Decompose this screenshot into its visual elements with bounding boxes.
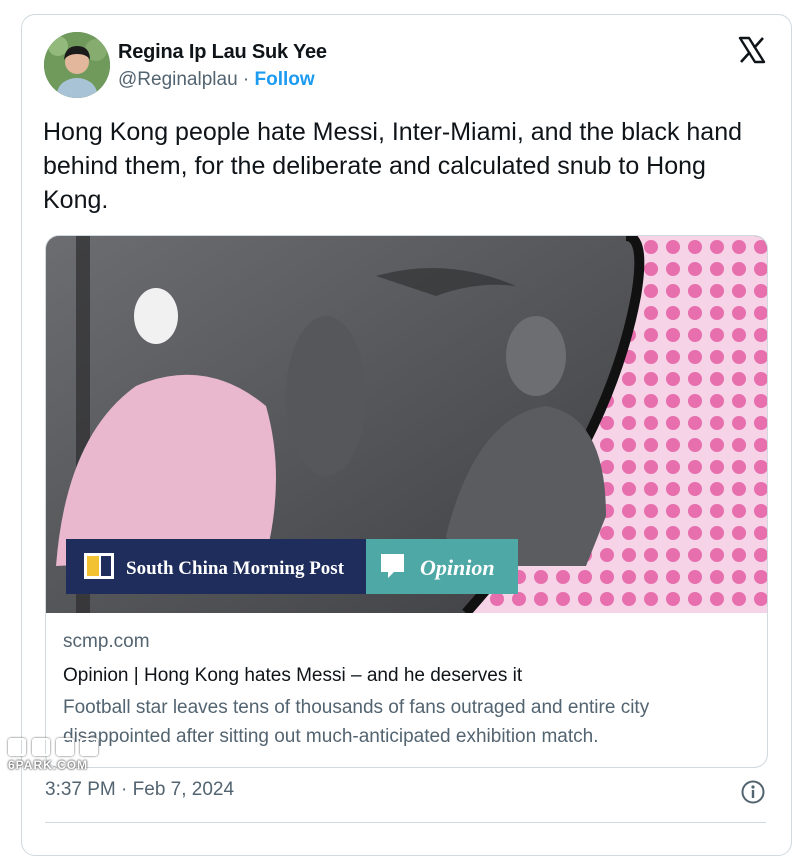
watermark-text: 6PARK.COM: [8, 758, 89, 772]
publisher-label: South China Morning Post: [126, 558, 345, 579]
link-preview-image[interactable]: South China Morning Post Opinion: [46, 236, 767, 613]
author-avatar[interactable]: [44, 32, 110, 98]
tweet-text: Hong Kong people hate Messi, Inter-Miami…: [43, 118, 743, 214]
opinion-label: Opinion: [420, 555, 495, 580]
link-description: Football star leaves tens of thousands o…: [63, 697, 650, 747]
link-preview-card[interactable]: South China Morning Post Opinion scmp.co…: [45, 235, 768, 768]
tweet-card: Regina Ip Lau Suk Yee @Reginalplau · Fol…: [21, 14, 792, 856]
author-name[interactable]: Regina Ip Lau Suk Yee: [118, 39, 327, 65]
link-title[interactable]: Opinion | Hong Kong hates Messi – and he…: [63, 663, 753, 689]
link-meta: scmp.com Opinion | Hong Kong hates Messi…: [63, 629, 753, 751]
tweet-timestamp[interactable]: 3:37 PM · Feb 7, 2024: [45, 779, 234, 801]
watermark-logo-icon: [8, 738, 98, 756]
meta-separator: ·: [242, 69, 250, 90]
info-icon[interactable]: [740, 779, 766, 805]
author-handle[interactable]: @Reginalplau: [118, 69, 238, 90]
divider: [45, 822, 766, 823]
author-block: Regina Ip Lau Suk Yee @Reginalplau · Fol…: [118, 39, 327, 93]
watermark: 6PARK.COM: [8, 738, 98, 772]
x-logo-icon[interactable]: [737, 35, 767, 65]
author-meta: @Reginalplau · Follow: [118, 67, 327, 93]
link-domain: scmp.com: [63, 631, 150, 652]
follow-button[interactable]: Follow: [255, 69, 315, 90]
